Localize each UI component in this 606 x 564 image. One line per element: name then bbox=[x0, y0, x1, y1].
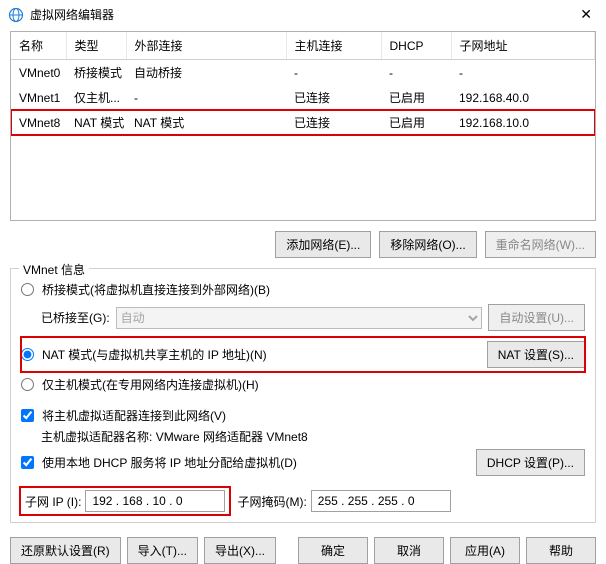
bridge-to-label: 已桥接至(G): bbox=[41, 309, 110, 326]
hostonly-label: 仅主机模式(在专用网络内连接虚拟机)(H) bbox=[42, 376, 259, 393]
apply-button[interactable]: 应用(A) bbox=[450, 537, 520, 564]
restore-defaults-button[interactable]: 还原默认设置(R) bbox=[10, 537, 121, 564]
adapter-name-label: 主机虚拟适配器名称: bbox=[41, 430, 152, 444]
import-button[interactable]: 导入(T)... bbox=[127, 537, 198, 564]
hostonly-radio[interactable] bbox=[21, 378, 34, 391]
col-dhcp[interactable]: DHCP bbox=[381, 32, 451, 60]
nat-settings-button[interactable]: NAT 设置(S)... bbox=[487, 341, 585, 368]
cell-host: - bbox=[286, 60, 381, 86]
window-title: 虚拟网络编辑器 bbox=[30, 6, 576, 23]
table-row[interactable]: VMnet0桥接模式自动桥接--- bbox=[11, 60, 595, 86]
col-subnet[interactable]: 子网地址 bbox=[451, 32, 595, 60]
help-button[interactable]: 帮助 bbox=[526, 537, 596, 564]
dhcp-settings-button[interactable]: DHCP 设置(P)... bbox=[476, 449, 585, 476]
cell-ext: 自动桥接 bbox=[126, 60, 286, 86]
cell-host: 已连接 bbox=[286, 110, 381, 135]
subnet-mask-label: 子网掩码(M): bbox=[237, 493, 306, 510]
host-adapter-label: 将主机虚拟适配器连接到此网络(V) bbox=[42, 407, 226, 424]
cell-subnet: 192.168.10.0 bbox=[451, 110, 595, 135]
col-ext[interactable]: 外部连接 bbox=[126, 32, 286, 60]
cell-subnet: 192.168.40.0 bbox=[451, 85, 595, 110]
bridge-label: 桥接模式(将虚拟机直接连接到外部网络)(B) bbox=[42, 281, 270, 298]
vmnet-info-group: VMnet 信息 桥接模式(将虚拟机直接连接到外部网络)(B) 已桥接至(G):… bbox=[10, 268, 596, 523]
cell-ext: - bbox=[126, 85, 286, 110]
dhcp-label: 使用本地 DHCP 服务将 IP 地址分配给虚拟机(D) bbox=[42, 454, 297, 471]
adapter-name-value: VMware 网络适配器 VMnet8 bbox=[156, 430, 308, 444]
subnet-ip-input[interactable] bbox=[85, 490, 225, 512]
rename-network-button: 重命名网络(W)... bbox=[485, 231, 596, 258]
add-network-button[interactable]: 添加网络(E)... bbox=[275, 231, 371, 258]
cell-host: 已连接 bbox=[286, 85, 381, 110]
nat-label: NAT 模式(与虚拟机共享主机的 IP 地址)(N) bbox=[42, 346, 267, 363]
cell-name: VMnet8 bbox=[11, 110, 66, 135]
cell-ext: NAT 模式 bbox=[126, 110, 286, 135]
host-adapter-checkbox[interactable] bbox=[21, 409, 34, 422]
close-icon[interactable]: ✕ bbox=[576, 6, 596, 23]
dhcp-checkbox[interactable] bbox=[21, 456, 34, 469]
cell-type: 仅主机... bbox=[66, 85, 126, 110]
cell-dhcp: 已启用 bbox=[381, 85, 451, 110]
auto-settings-button: 自动设置(U)... bbox=[488, 304, 585, 331]
cancel-button[interactable]: 取消 bbox=[374, 537, 444, 564]
col-host[interactable]: 主机连接 bbox=[286, 32, 381, 60]
cell-type: NAT 模式 bbox=[66, 110, 126, 135]
cell-subnet: - bbox=[451, 60, 595, 86]
nat-radio[interactable] bbox=[21, 348, 34, 361]
ok-button[interactable]: 确定 bbox=[298, 537, 368, 564]
cell-dhcp: - bbox=[381, 60, 451, 86]
subnet-mask-input[interactable] bbox=[311, 490, 451, 512]
col-name[interactable]: 名称 bbox=[11, 32, 66, 60]
remove-network-button[interactable]: 移除网络(O)... bbox=[379, 231, 476, 258]
cell-dhcp: 已启用 bbox=[381, 110, 451, 135]
table-row[interactable]: VMnet8NAT 模式NAT 模式已连接已启用192.168.10.0 bbox=[11, 110, 595, 135]
bridge-radio[interactable] bbox=[21, 283, 34, 296]
cell-name: VMnet1 bbox=[11, 85, 66, 110]
bridge-select: 自动 bbox=[116, 307, 483, 329]
cell-name: VMnet0 bbox=[11, 60, 66, 86]
table-row[interactable]: VMnet1仅主机...-已连接已启用192.168.40.0 bbox=[11, 85, 595, 110]
globe-icon bbox=[8, 7, 24, 23]
export-button[interactable]: 导出(X)... bbox=[204, 537, 276, 564]
cell-type: 桥接模式 bbox=[66, 60, 126, 86]
subnet-ip-label: 子网 IP (I): bbox=[25, 493, 81, 510]
group-title: VMnet 信息 bbox=[19, 261, 89, 278]
col-type[interactable]: 类型 bbox=[66, 32, 126, 60]
network-table[interactable]: 名称 类型 外部连接 主机连接 DHCP 子网地址 VMnet0桥接模式自动桥接… bbox=[10, 31, 596, 221]
